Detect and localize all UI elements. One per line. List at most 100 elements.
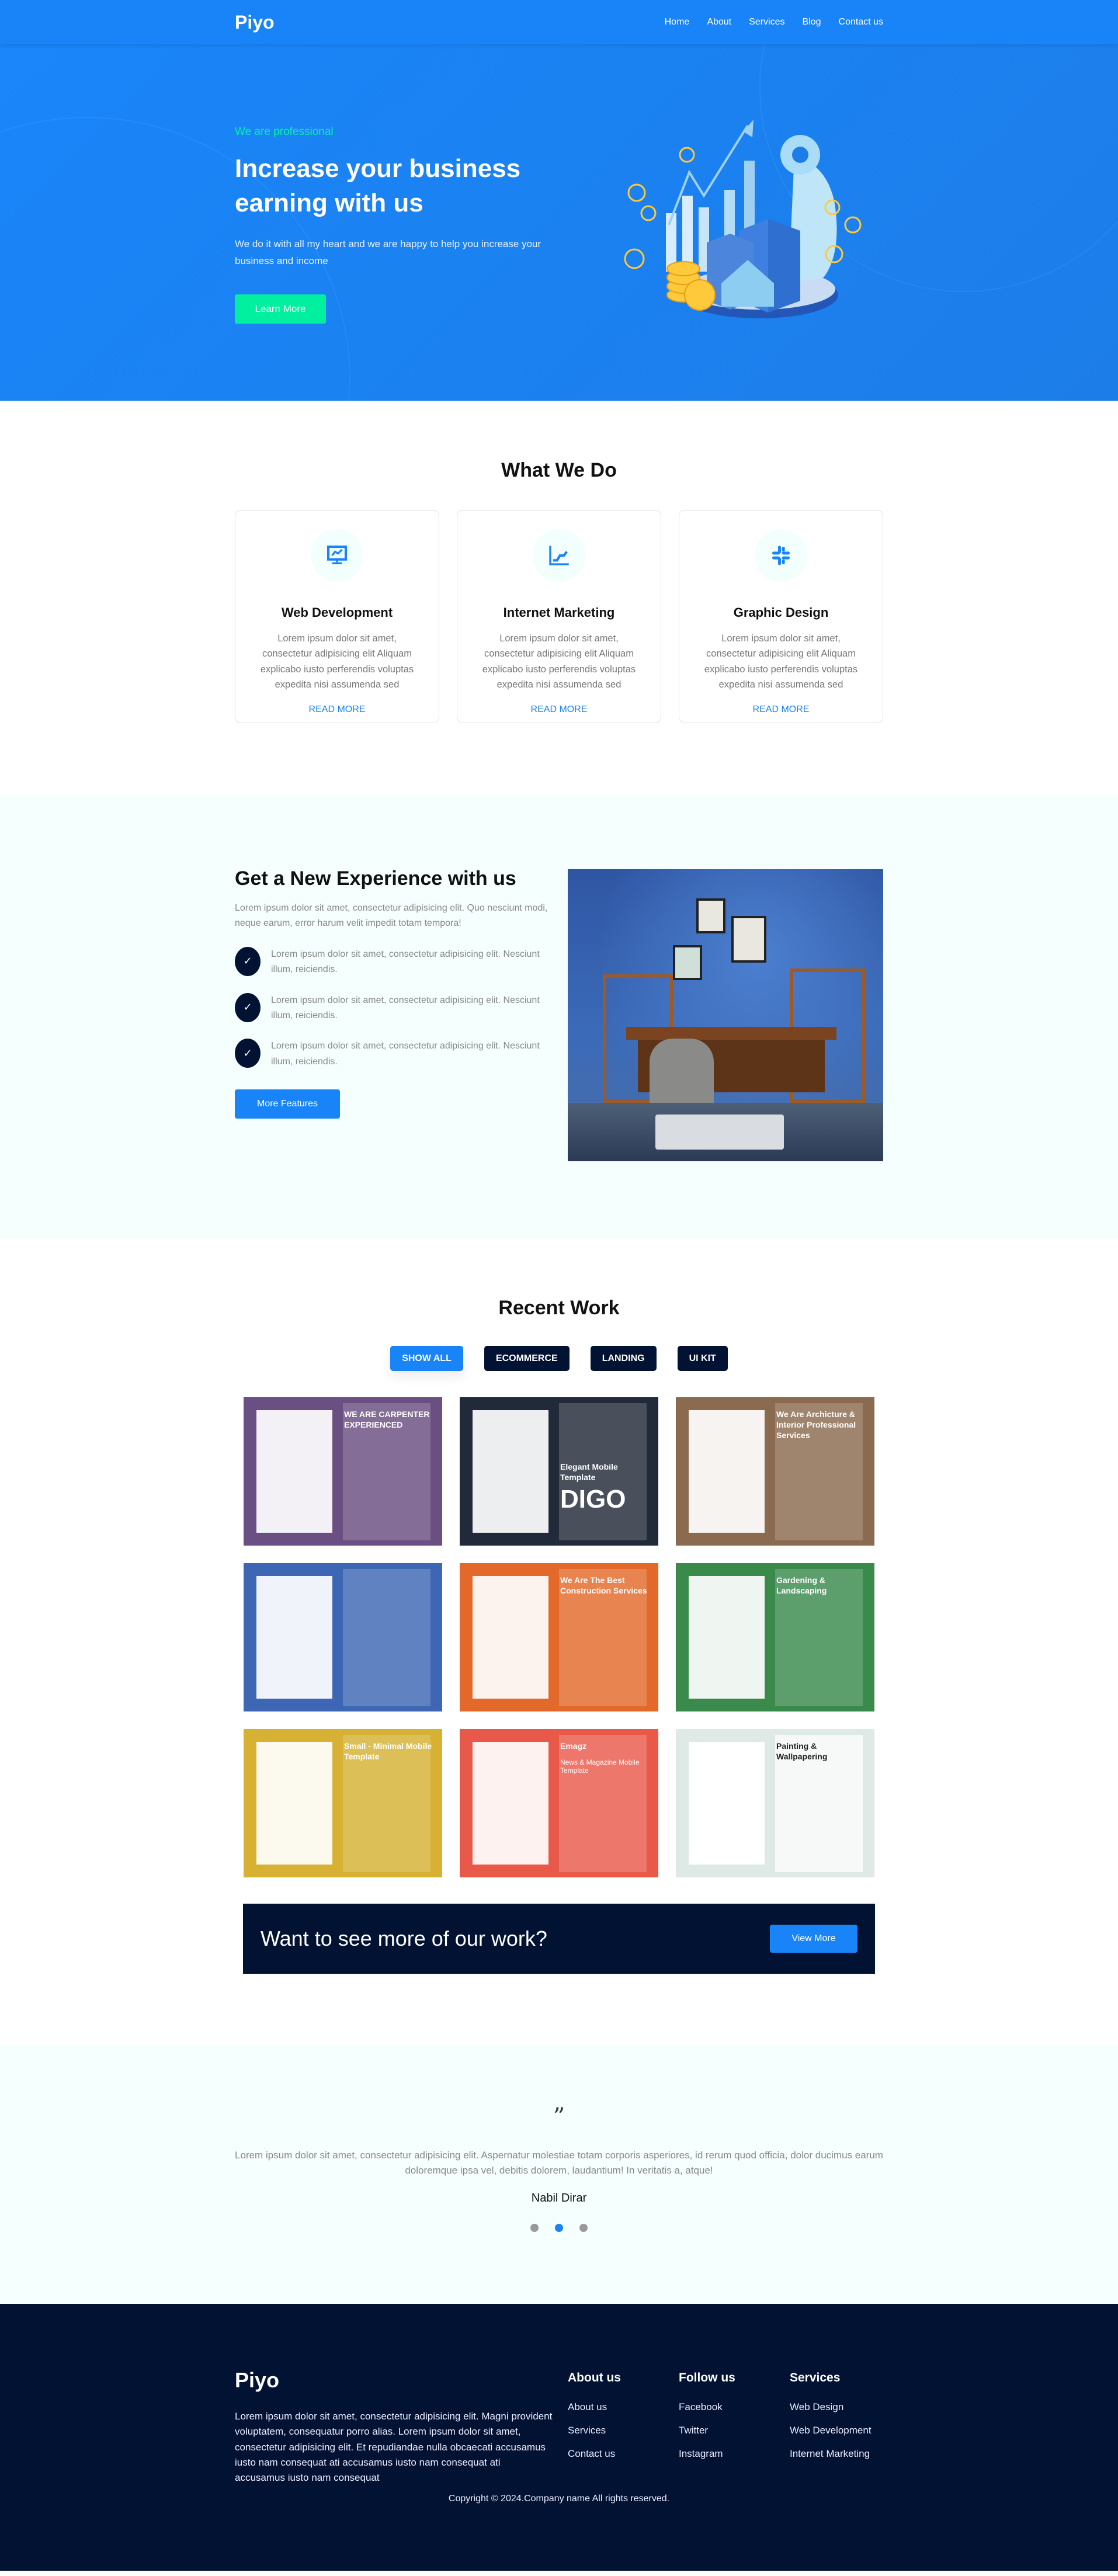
tile-caption: Painting & Wallpapering — [776, 1741, 828, 1762]
footer-link[interactable]: Facebook — [679, 2401, 735, 2413]
footer-col-follow: Follow us Facebook Twitter Instagram — [679, 2371, 735, 2471]
filter-landing[interactable]: LANDING — [590, 1346, 657, 1371]
portfolio-tile[interactable]: We Are Archicture & Interior Professiona… — [676, 1397, 874, 1546]
hero-tagline: We are professional — [235, 126, 334, 138]
card-title: Graphic Design — [733, 605, 829, 620]
footer-link[interactable]: About us — [568, 2401, 621, 2413]
hero-title: Increase your business earning with us — [235, 154, 521, 218]
testimonial-section: ” Lorem ipsum dolor sit amet, consectetu… — [0, 2045, 1118, 2304]
footer-col-title: Follow us — [679, 2371, 735, 2384]
logo[interactable]: Piyo — [235, 12, 275, 33]
feature-item: ✓ Lorem ipsum dolor sit amet, consectetur… — [235, 1039, 550, 1070]
finance-growth-illustration — [624, 120, 862, 318]
view-more-button[interactable]: View More — [770, 1925, 857, 1953]
feature-item: ✓ Lorem ipsum dolor sit amet, consectetur… — [235, 946, 550, 978]
card-title: Web Development — [281, 605, 393, 620]
line-chart-icon — [549, 546, 569, 565]
cta-banner: Want to see more of our work? View More — [243, 1904, 875, 1974]
feature-text: Lorem ipsum dolor sit amet, consectetur … — [271, 995, 540, 1020]
nav-home[interactable]: Home — [665, 17, 690, 27]
feature-text: Lorem ipsum dolor sit amet, consectetur … — [271, 1041, 540, 1067]
tile-subtitle: News & Magazine Mobile Template — [560, 1758, 640, 1775]
check-icon: ✓ — [235, 992, 261, 1022]
filter-ui-kit[interactable]: UI KIT — [677, 1346, 728, 1371]
footer-link[interactable]: Services — [568, 2425, 621, 2436]
quote-icon: ” — [553, 2103, 565, 2130]
tile-caption: Gardening & Landscaping — [776, 1575, 827, 1596]
hero-section: We are professional Increase your busine… — [0, 0, 1118, 401]
portfolio-tile[interactable]: WE ARE CARPENTER EXPERIENCED — [244, 1397, 442, 1546]
nav-contact[interactable]: Contact us — [839, 17, 883, 27]
footer-col-about: About us About us Services Contact us — [568, 2371, 621, 2471]
tile-caption: Emagz — [560, 1741, 587, 1751]
filter-ecommerce[interactable]: ECOMMERCE — [484, 1346, 570, 1371]
card-title: Internet Marketing — [503, 605, 615, 620]
check-icon: ✓ — [235, 1039, 261, 1068]
site-footer: Piyo Lorem ipsum dolor sit amet, consect… — [0, 2304, 1118, 2571]
footer-link[interactable]: Contact us — [568, 2448, 621, 2460]
section-title: What We Do — [501, 459, 617, 481]
cta-text: Want to see more of our work? — [261, 1926, 547, 1950]
portfolio-tile[interactable]: Emagz News & Magazine Mobile Template — [460, 1729, 658, 1877]
features-section: Get a New Experience with us Lorem ipsum… — [0, 794, 1118, 1238]
features-title: Get a New Experience with us — [235, 867, 516, 890]
filter-show-all[interactable]: SHOW ALL — [390, 1346, 463, 1371]
nav-blog[interactable]: Blog — [802, 17, 821, 27]
card-text: Lorem ipsum dolor sit amet, consectetur … — [260, 633, 414, 690]
check-icon: ✓ — [235, 946, 261, 976]
portfolio-tile[interactable]: Elegant Mobile Template DIGO — [460, 1397, 658, 1546]
portfolio-tile[interactable] — [244, 1563, 442, 1711]
slack-icon — [772, 546, 790, 565]
tile-caption: Elegant Mobile Template — [560, 1462, 618, 1483]
read-more-link[interactable]: READ MORE — [235, 704, 439, 715]
filter-tabs: SHOW ALL ECOMMERCE LANDING UI KIT — [0, 1346, 1118, 1371]
monitor-chart-icon — [327, 545, 348, 564]
footer-link[interactable]: Internet Marketing — [790, 2448, 872, 2460]
features-description: Lorem ipsum dolor sit amet, consectetur … — [235, 903, 548, 929]
section-title: Recent Work — [498, 1297, 620, 1319]
footer-col-services: Services Web Design Web Development Inte… — [790, 2371, 872, 2471]
footer-col-title: Services — [790, 2371, 841, 2384]
portfolio-tile[interactable]: Painting & Wallpapering — [676, 1729, 874, 1877]
footer-link[interactable]: Web Development — [790, 2425, 872, 2436]
carousel-dot[interactable] — [530, 2223, 539, 2232]
testimonial-text: Lorem ipsum dolor sit amet, consectetur … — [235, 2150, 883, 2176]
service-card: Internet Marketing Lorem ipsum dolor sit… — [457, 510, 661, 723]
what-we-do-section: What We Do Web Development Lorem ipsum d… — [0, 401, 1118, 723]
footer-logo: Piyo — [235, 2368, 280, 2392]
footer-link[interactable]: Twitter — [679, 2425, 735, 2436]
nav-about[interactable]: About — [707, 17, 731, 27]
footer-col-title: About us — [568, 2371, 621, 2384]
hero-description: We do it with all my heart and we are ha… — [235, 238, 541, 266]
tile-caption: Small - Minimal Mobile Template — [344, 1741, 432, 1762]
copyright: Copyright © 2024.Company name All rights… — [448, 2494, 670, 2504]
more-features-button[interactable]: More Features — [235, 1089, 340, 1119]
nav-services[interactable]: Services — [749, 17, 784, 27]
portfolio-tile[interactable]: Small - Minimal Mobile Template — [244, 1729, 442, 1877]
tile-title: DIGO — [560, 1485, 626, 1513]
office-photo — [568, 869, 883, 1161]
recent-work-section: Recent Work SHOW ALL ECOMMERCE LANDING U… — [0, 1238, 1118, 1974]
carousel-dots — [0, 2223, 1118, 2232]
portfolio-tile[interactable]: Gardening & Landscaping — [676, 1563, 874, 1711]
carousel-dot-active[interactable] — [555, 2223, 563, 2232]
learn-more-button[interactable]: Learn More — [235, 294, 326, 324]
service-card: Graphic Design Lorem ipsum dolor sit ame… — [679, 510, 883, 723]
main-nav: Home About Services Blog Contact us — [665, 17, 883, 27]
read-more-link[interactable]: READ MORE — [679, 704, 883, 715]
service-card: Web Development Lorem ipsum dolor sit am… — [235, 510, 439, 723]
read-more-link[interactable]: READ MORE — [457, 704, 661, 715]
card-text: Lorem ipsum dolor sit amet, consectetur … — [704, 633, 858, 690]
footer-link[interactable]: Web Design — [790, 2401, 872, 2413]
card-text: Lorem ipsum dolor sit amet, consectetur … — [482, 633, 636, 690]
feature-item: ✓ Lorem ipsum dolor sit amet, consectetur… — [235, 992, 550, 1024]
tile-caption: WE ARE CARPENTER EXPERIENCED — [344, 1409, 430, 1430]
footer-link[interactable]: Instagram — [679, 2448, 735, 2460]
site-header: Piyo Home About Services Blog Contact us — [0, 0, 1118, 44]
footer-about: Lorem ipsum dolor sit amet, consectetur … — [235, 2411, 553, 2484]
feature-text: Lorem ipsum dolor sit amet, consectetur … — [271, 949, 540, 975]
portfolio-tile[interactable]: We Are The Best Construction Services — [460, 1563, 658, 1711]
carousel-dot[interactable] — [579, 2223, 588, 2232]
testimonial-author: Nabil Dirar — [531, 2191, 587, 2204]
tile-caption: We Are Archicture & Interior Professiona… — [776, 1409, 856, 1440]
